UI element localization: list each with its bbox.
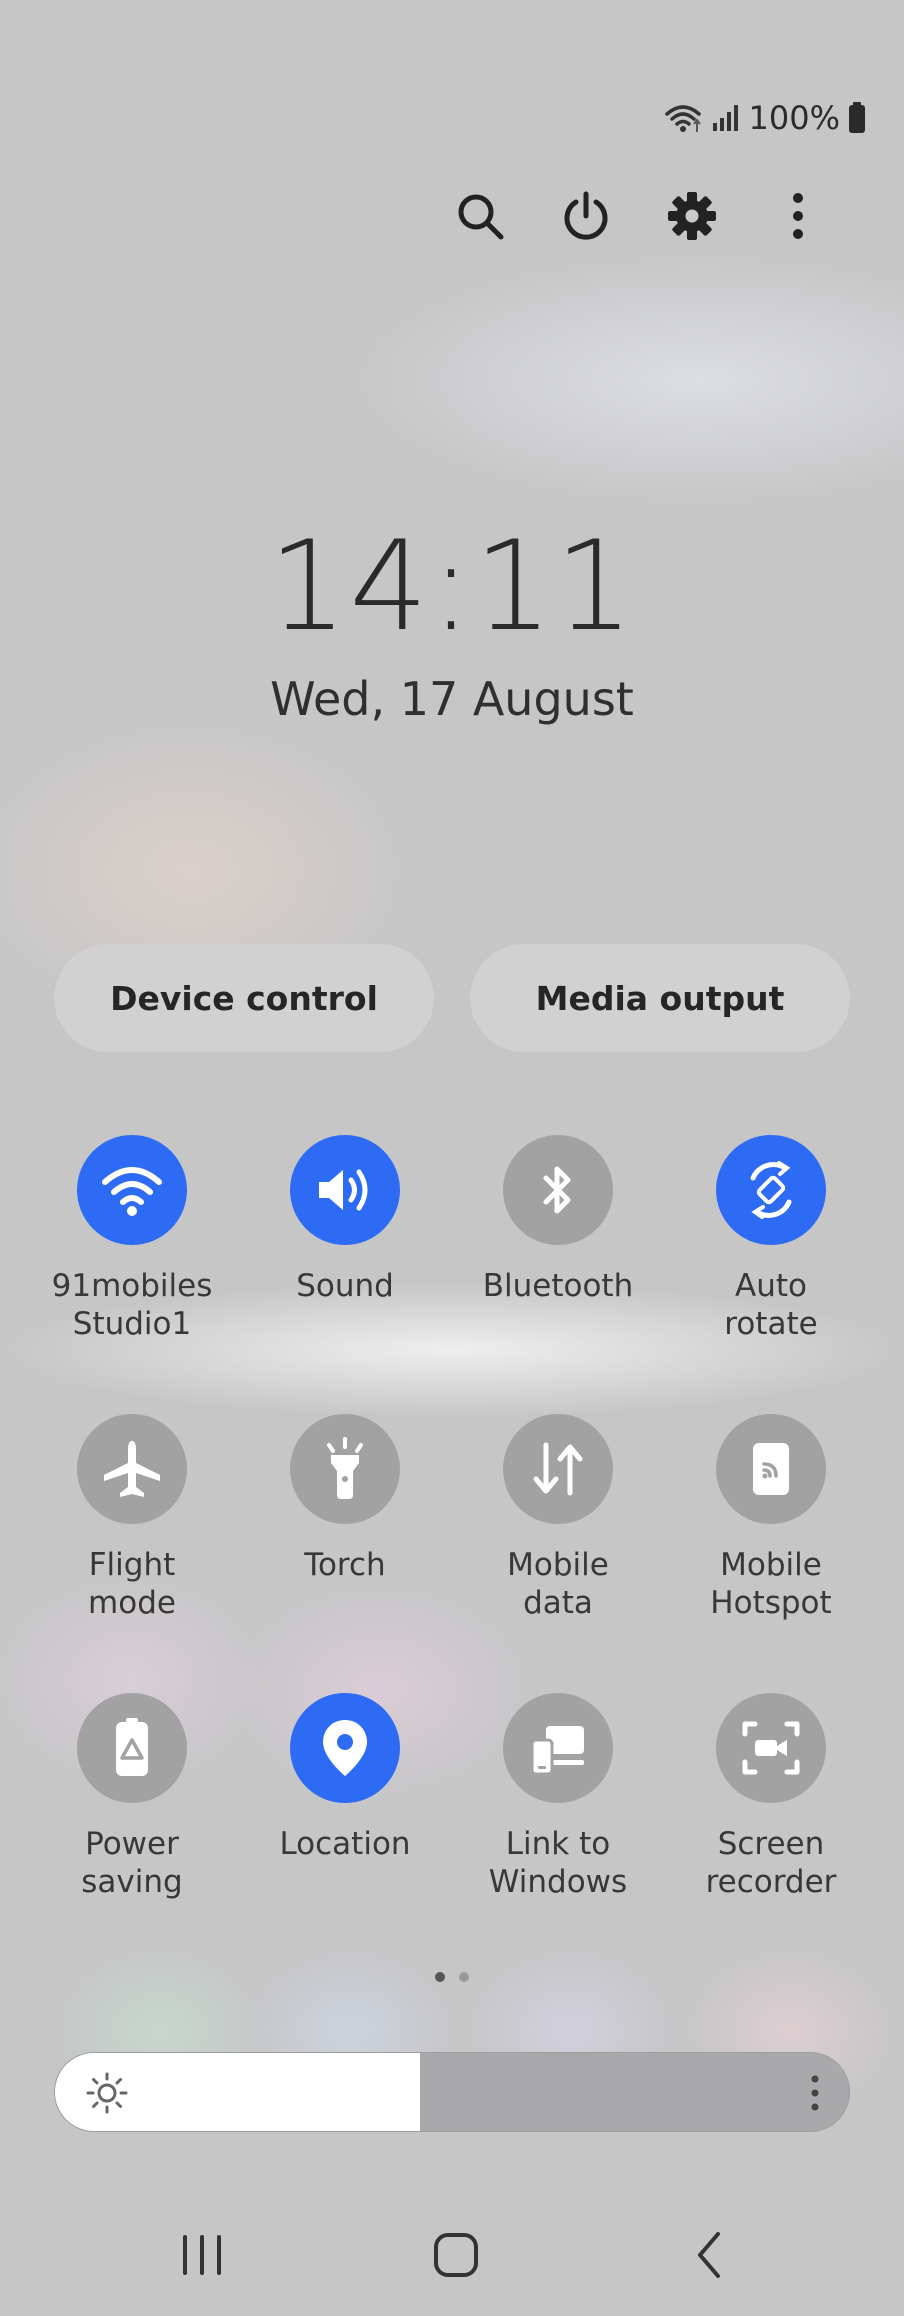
link-to-windows-icon — [530, 1726, 584, 1776]
tile-location-toggle[interactable] — [290, 1693, 400, 1803]
brightness-more-icon[interactable] — [807, 2071, 823, 2115]
power-button[interactable] — [550, 180, 622, 252]
tile-torch[interactable]: Torch — [239, 1414, 451, 1584]
more-options-button[interactable] — [762, 180, 834, 252]
tile-mobile-data-toggle[interactable] — [503, 1414, 613, 1524]
tile-flight-mode-label: Flight mode — [88, 1547, 176, 1621]
search-button[interactable] — [444, 180, 516, 252]
tile-sound[interactable]: Sound — [239, 1135, 451, 1305]
page-indicator — [0, 1972, 904, 1982]
back-icon — [698, 2232, 720, 2278]
tile-mobile-data[interactable]: Mobile data — [452, 1414, 664, 1622]
quick-panel-actions — [0, 180, 904, 252]
tile-mobile-data-label: Mobile data — [507, 1547, 609, 1621]
clock-date: Wed, 17 August — [270, 672, 634, 726]
settings-button[interactable] — [656, 180, 728, 252]
mobile-data-icon — [533, 1442, 583, 1496]
tile-wifi-label: 91mobiles Studio1 — [51, 1268, 213, 1342]
tile-screen-recorder-label: Screen recorder — [705, 1826, 837, 1900]
tile-torch-label: Torch — [304, 1547, 386, 1583]
auto-rotate-icon — [750, 1161, 792, 1219]
tile-flight-mode-toggle[interactable] — [77, 1414, 187, 1524]
tile-mobile-hotspot[interactable]: Mobile Hotspot — [665, 1414, 877, 1622]
media-output-button[interactable]: Media output — [470, 944, 850, 1052]
wifi-icon — [102, 1167, 162, 1216]
search-icon — [458, 194, 504, 240]
bluetooth-icon — [543, 1166, 571, 1214]
status-bar: 100% — [663, 96, 866, 140]
tile-power-saving-label: Power saving — [81, 1826, 183, 1900]
tile-screen-recorder-toggle[interactable] — [716, 1693, 826, 1803]
tile-screen-recorder[interactable]: Screen recorder — [665, 1693, 877, 1901]
sun-icon — [86, 2072, 128, 2114]
battery-percentage: 100% — [748, 99, 840, 137]
battery-icon — [849, 102, 865, 133]
tile-wifi-toggle[interactable] — [77, 1135, 187, 1245]
power-saving-icon — [116, 1718, 148, 1776]
airplane-icon — [104, 1441, 160, 1497]
recent-apps-icon — [183, 2235, 221, 2275]
tile-link-to-windows-toggle[interactable] — [503, 1693, 613, 1803]
tile-mobile-hotspot-label: Mobile Hotspot — [710, 1547, 832, 1621]
tile-link-to-windows[interactable]: Link to Windows — [452, 1693, 664, 1901]
clock-time: 14:11 — [268, 515, 636, 659]
screen-recorder-icon — [742, 1721, 800, 1775]
tile-bluetooth-toggle[interactable] — [503, 1135, 613, 1245]
more-vertical-icon — [793, 193, 803, 239]
tile-sound-label: Sound — [296, 1268, 394, 1304]
page-dot-1[interactable] — [435, 1972, 445, 1982]
tile-flight-mode[interactable]: Flight mode — [26, 1414, 238, 1622]
tile-mobile-hotspot-toggle[interactable] — [716, 1414, 826, 1524]
tile-power-saving[interactable]: Power saving — [26, 1693, 238, 1901]
tile-auto-rotate[interactable]: Auto rotate — [665, 1135, 877, 1343]
power-icon — [564, 191, 608, 240]
tile-bluetooth-label: Bluetooth — [482, 1268, 634, 1304]
wifi-status-icon — [664, 105, 701, 132]
tile-auto-rotate-label: Auto rotate — [724, 1268, 818, 1342]
speaker-icon — [319, 1169, 368, 1211]
tile-wifi[interactable]: 91mobiles Studio1 — [26, 1135, 238, 1343]
navigation-bar — [0, 2220, 904, 2290]
hotspot-icon — [753, 1443, 789, 1495]
device-control-button[interactable]: Device control — [54, 944, 434, 1052]
tile-auto-rotate-toggle[interactable] — [716, 1135, 826, 1245]
gear-icon — [668, 192, 716, 240]
location-pin-icon — [323, 1720, 367, 1776]
tile-location[interactable]: Location — [239, 1693, 451, 1863]
tile-link-to-windows-label: Link to Windows — [488, 1826, 628, 1900]
flashlight-icon — [327, 1437, 363, 1499]
tile-torch-toggle[interactable] — [290, 1414, 400, 1524]
back-button[interactable] — [665, 2220, 755, 2290]
tile-bluetooth[interactable]: Bluetooth — [452, 1135, 664, 1305]
page-dot-2[interactable] — [459, 1972, 469, 1982]
tile-location-label: Location — [279, 1826, 411, 1862]
media-output-label: Media output — [535, 978, 785, 1018]
device-control-label: Device control — [110, 978, 378, 1018]
tile-sound-toggle[interactable] — [290, 1135, 400, 1245]
tile-power-saving-toggle[interactable] — [77, 1693, 187, 1803]
home-icon — [434, 2233, 478, 2277]
signal-icon — [712, 105, 738, 131]
home-button[interactable] — [411, 2220, 501, 2290]
brightness-slider[interactable] — [54, 2052, 850, 2132]
recent-apps-button[interactable] — [157, 2220, 247, 2290]
